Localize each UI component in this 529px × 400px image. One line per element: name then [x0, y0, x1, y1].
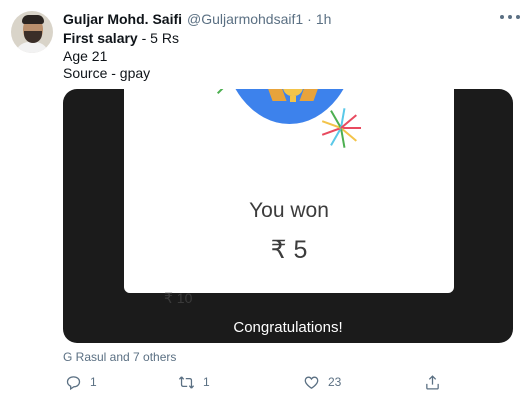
separator-dot: ·: [307, 11, 312, 27]
tweet-text-line: Source - gpay: [63, 65, 151, 81]
congratulations-text: Congratulations!: [233, 319, 343, 336]
firework-icon: [211, 89, 247, 95]
liked-by-text[interactable]: G Rasul and 7 others: [63, 350, 176, 364]
share-icon: [426, 374, 439, 390]
avatar[interactable]: [11, 11, 53, 53]
avatar-beard: [24, 31, 42, 43]
avatar-hair: [22, 15, 44, 24]
avatar-shirt: [15, 42, 49, 53]
reward-amount: ₹ 5: [270, 236, 308, 264]
tweet-text-line: First salary - 5 Rs: [63, 29, 179, 48]
reward-headline: You won: [249, 199, 329, 222]
author-handle[interactable]: @Guljarmohdsaif1: [187, 11, 303, 27]
author-name[interactable]: Guljar Mohd. Saifi: [63, 11, 182, 27]
tweet-header: Guljar Mohd. Saifi @Guljarmohdsaif1 · 1h: [63, 10, 331, 28]
reply-icon: [66, 375, 81, 390]
more-dot: [500, 15, 504, 19]
retweet-count: 1: [203, 375, 210, 389]
heart-icon: [304, 376, 319, 389]
tweet-text-bold: First salary: [63, 30, 138, 46]
tweet-text-rest: - 5 Rs: [137, 30, 179, 46]
more-dot: [516, 15, 520, 19]
tweet-actions: 1 1 23: [63, 371, 513, 393]
share-button[interactable]: [424, 371, 449, 393]
retweet-icon: [178, 375, 195, 389]
trophy-stem: [290, 96, 296, 102]
tweet-media[interactable]: You won ₹ 5 ₹ 10 Congratulations!: [63, 89, 513, 343]
more-icon[interactable]: [500, 9, 520, 25]
like-button[interactable]: 23: [303, 371, 341, 393]
reward-card: You won ₹ 5: [124, 89, 454, 293]
reply-button[interactable]: 1: [65, 371, 97, 393]
background-amount: ₹ 10: [164, 290, 193, 306]
tweet[interactable]: Guljar Mohd. Saifi @Guljarmohdsaif1 · 1h…: [0, 0, 529, 400]
firework-icon: [320, 107, 364, 151]
like-count: 23: [328, 375, 342, 389]
tweet-timestamp[interactable]: 1h: [316, 11, 332, 27]
retweet-button[interactable]: 1: [178, 371, 210, 393]
more-dot: [508, 15, 512, 19]
reply-count: 1: [90, 375, 97, 389]
